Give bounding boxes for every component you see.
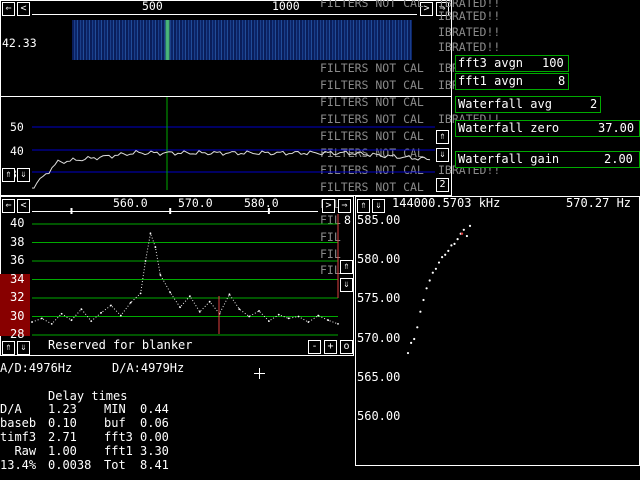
bb-signal-point	[100, 311, 102, 314]
af-data-point	[413, 337, 416, 341]
bb-signal-point	[50, 323, 53, 325]
af-data-point	[444, 253, 447, 256]
bb-signal-point	[110, 304, 112, 307]
bb-signal-point	[60, 312, 63, 315]
af-data-point	[428, 279, 431, 282]
af-data-point	[410, 341, 413, 344]
bb-signal-point	[268, 320, 270, 323]
af-red-point	[460, 232, 464, 235]
af-data-point	[447, 249, 450, 252]
bb-signal-point	[80, 308, 83, 310]
bb-signal-point	[119, 314, 122, 317]
af-data-point	[456, 238, 459, 241]
bb-signal-point	[159, 273, 162, 276]
af-data-point	[422, 298, 425, 302]
af-data-point	[453, 242, 456, 245]
bb-signal-point	[90, 320, 93, 323]
linrad-screen: ⇐ < > ⇒ 500 1000 42.33 50 40 30 ⇑ ⇓ ⇓ ⇑ …	[0, 0, 640, 480]
bb-signal-point	[238, 308, 241, 310]
bb-signal-point	[189, 295, 191, 298]
af-data-point	[434, 267, 437, 270]
bb-signal-point	[208, 300, 211, 303]
bb-signal-point	[149, 232, 152, 235]
af-data-point	[437, 261, 441, 264]
bb-signal-point	[129, 301, 132, 304]
bb-signal-point	[317, 314, 320, 317]
plots-layer	[31, 97, 472, 355]
bb-signal-point	[139, 292, 142, 295]
spectrum-trace	[31, 149, 431, 189]
bb-signal-point	[144, 260, 147, 262]
bb-signal-point	[337, 323, 339, 325]
bb-signal-point	[277, 313, 280, 316]
af-data-point	[431, 271, 434, 274]
bb-signal-point	[179, 306, 181, 309]
bb-signal-point	[40, 317, 43, 320]
bb-signal-point	[31, 321, 33, 323]
af-data-point	[425, 287, 428, 290]
bb-signal-point	[70, 319, 73, 322]
af-data-point	[468, 224, 472, 227]
bb-signal-point	[154, 246, 157, 249]
af-data-point	[419, 310, 422, 313]
af-data-point	[406, 351, 410, 355]
bb-signal-point	[169, 291, 172, 294]
af-data-point	[450, 244, 453, 247]
bb-signal-point	[248, 315, 251, 318]
bb-signal-point	[228, 293, 231, 296]
af-data-point	[416, 326, 419, 329]
bb-signal-point	[258, 310, 260, 312]
af-data-point	[462, 228, 465, 231]
bb-signal-point	[327, 319, 330, 322]
af-data-point	[465, 234, 468, 238]
bb-signal-point	[297, 315, 300, 318]
bb-signal-trace	[31, 231, 339, 325]
bb-signal-point	[307, 321, 310, 323]
bb-signal-point	[198, 310, 201, 313]
af-data-point	[441, 256, 444, 259]
bb-signal-point	[287, 317, 290, 320]
